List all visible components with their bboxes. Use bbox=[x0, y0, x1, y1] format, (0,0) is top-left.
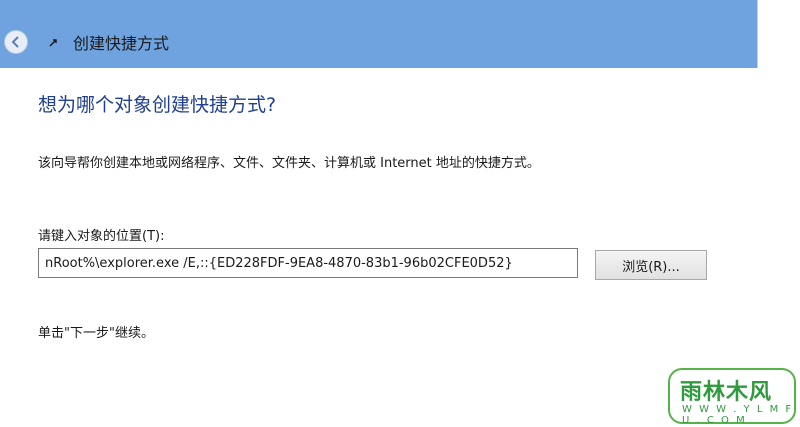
watermark-url: W W W . Y L M F U . C O M bbox=[682, 404, 794, 426]
title-bar: 创建快捷方式 bbox=[0, 0, 800, 68]
back-button[interactable] bbox=[4, 30, 28, 54]
back-arrow-icon bbox=[11, 36, 19, 48]
location-input[interactable] bbox=[38, 248, 578, 278]
browse-button[interactable]: 浏览(R)... bbox=[595, 250, 707, 280]
shortcut-icon bbox=[49, 39, 57, 47]
watermark-logo: 雨林木风 W W W . Y L M F U . C O M bbox=[668, 368, 796, 426]
watermark-text: 雨林木风 bbox=[680, 380, 773, 405]
window-title: 创建快捷方式 bbox=[73, 34, 170, 53]
next-hint: 单击"下一步"继续。 bbox=[38, 326, 154, 341]
wizard-description: 该向导帮你创建本地或网络程序、文件、文件夹、计算机或 Internet 地址的快… bbox=[38, 156, 540, 171]
page-heading: 想为哪个对象创建快捷方式? bbox=[38, 94, 277, 116]
title-bar-edge bbox=[757, 0, 800, 68]
location-label: 请键入对象的位置(T): bbox=[38, 229, 165, 244]
